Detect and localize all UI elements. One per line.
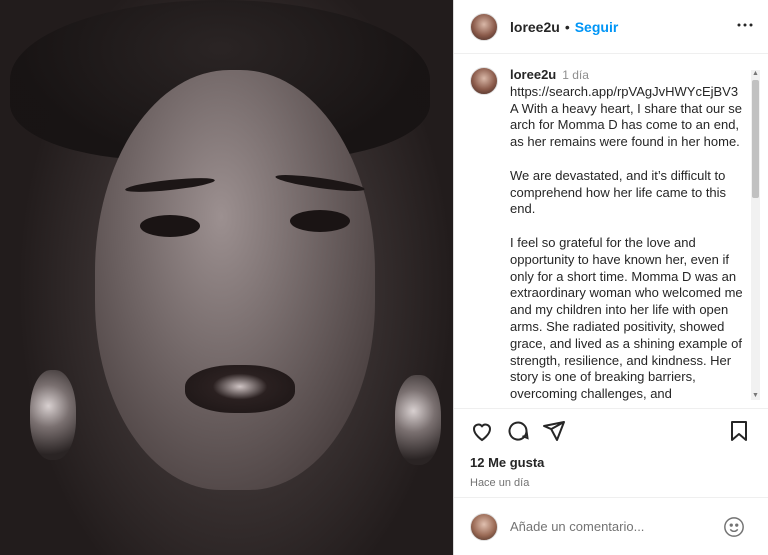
caption-paragraph-2: We are devastated, and it’s difficult to… bbox=[510, 167, 727, 217]
caption-time[interactable]: 1 día bbox=[562, 68, 589, 82]
comment-input[interactable]: Añade un comentario... bbox=[510, 519, 723, 534]
post-actions: 12 Me gusta Hace un día bbox=[454, 408, 768, 511]
post-photo bbox=[0, 0, 453, 555]
caption-avatar[interactable] bbox=[470, 67, 498, 95]
follow-button[interactable]: Seguir bbox=[575, 19, 619, 35]
post-side-panel: loree2u • Seguir loree2u 1 día https://se… bbox=[453, 0, 768, 555]
photo-lips bbox=[185, 365, 295, 413]
photo-earring-left bbox=[30, 370, 76, 460]
add-comment-bar: Añade un comentario... bbox=[454, 497, 768, 555]
send-icon[interactable] bbox=[542, 419, 568, 445]
caption-paragraph-3: I feel so grateful for the love and oppo… bbox=[510, 234, 743, 402]
post-caption: loree2u 1 día https://search.app/rpVAgJvH… bbox=[470, 67, 745, 408]
post-timestamp[interactable]: Hace un día bbox=[470, 477, 753, 489]
action-icons bbox=[470, 409, 753, 455]
caption-body: loree2u 1 día https://search.app/rpVAgJvH… bbox=[510, 67, 745, 408]
scroll-down-arrow-icon[interactable]: ▼ bbox=[751, 392, 760, 400]
emoji-icon[interactable] bbox=[723, 516, 745, 538]
comment-icon[interactable] bbox=[506, 419, 532, 445]
viewer-avatar bbox=[470, 512, 498, 541]
comments-area[interactable]: loree2u 1 día https://search.app/rpVAgJvH… bbox=[454, 55, 768, 408]
scroll-up-arrow-icon[interactable]: ▲ bbox=[751, 70, 760, 78]
author-avatar[interactable] bbox=[470, 12, 498, 41]
scrollbar-thumb[interactable] bbox=[752, 80, 759, 198]
more-options-icon[interactable] bbox=[736, 16, 754, 37]
header-separator: • bbox=[564, 18, 570, 35]
bookmark-icon[interactable] bbox=[727, 419, 753, 445]
comments-scrollbar[interactable]: ▲ ▼ bbox=[751, 70, 760, 400]
author-username[interactable]: loree2u bbox=[510, 19, 560, 35]
photo-eye-left bbox=[140, 215, 200, 237]
photo-eye-right bbox=[290, 210, 350, 232]
caption-paragraph-1: https://search.app/rpVAgJvHWYcEjBV3 A Wi… bbox=[510, 83, 742, 150]
heart-icon[interactable] bbox=[470, 419, 496, 445]
caption-username[interactable]: loree2u bbox=[510, 67, 556, 82]
photo-earring-right bbox=[395, 375, 441, 465]
photo-face bbox=[95, 70, 375, 490]
likes-count[interactable]: 12 Me gusta bbox=[470, 455, 753, 470]
post-header: loree2u • Seguir bbox=[454, 0, 768, 54]
